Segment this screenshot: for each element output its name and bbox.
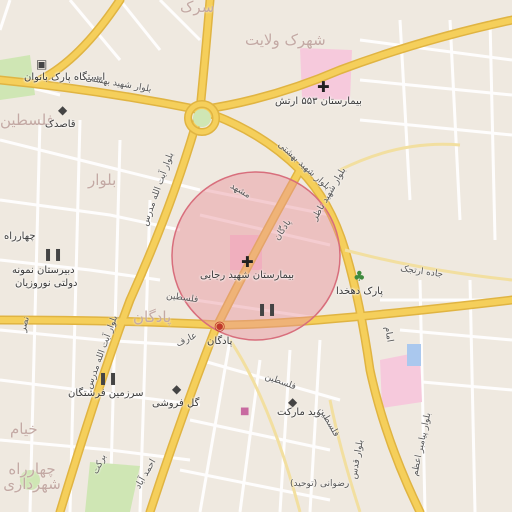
parking-icon[interactable]: ■ bbox=[240, 407, 249, 417]
school-icon[interactable]: ❚❚ bbox=[98, 372, 118, 384]
poi-ghasedak[interactable]: قاصدک bbox=[45, 120, 76, 130]
poi-dabirestan-line1[interactable]: دبیرستان نمونه bbox=[12, 266, 75, 276]
map-view[interactable]: شهرک ولایت سرک بلوار پادگان فلسطین خیام … bbox=[0, 0, 512, 512]
poi-gol-foroushi[interactable]: گل فروشی bbox=[152, 399, 199, 409]
school-icon[interactable]: ❚❚ bbox=[43, 248, 63, 260]
area-label-top: سرک bbox=[180, 0, 215, 16]
shopping-bag-icon[interactable]: ◆ bbox=[58, 104, 67, 116]
bus-icon[interactable]: ▣ bbox=[36, 58, 47, 70]
hospital-cross-icon[interactable]: ✚ bbox=[241, 255, 254, 270]
poi-sarzamin[interactable]: سرزمین فرشتگان bbox=[68, 389, 144, 399]
area-label-padegan: پادگان bbox=[133, 308, 172, 326]
area-label-bolvar: بلوار bbox=[88, 171, 117, 189]
shopping-bag-icon[interactable]: ◆ bbox=[172, 383, 181, 395]
street-label: رضوانی (توحید) bbox=[290, 479, 350, 489]
poi-hospital-553[interactable]: بیمارستان ۵۵۳ ارتش bbox=[275, 97, 362, 107]
school-icon[interactable]: ❚❚ bbox=[257, 303, 277, 315]
poi-chaharrah[interactable]: چهارراه bbox=[4, 232, 36, 242]
area-label-chaharrah-shahrdari: چهارراه شهرداری bbox=[3, 460, 61, 493]
hospital-cross-icon[interactable]: ✚ bbox=[317, 80, 330, 95]
area-label-khiyam: خیام bbox=[10, 420, 38, 438]
poi-park-dehkhoda[interactable]: پارک دهخدا bbox=[336, 287, 383, 297]
area-label-shahrak-velayat: شهرک ولایت bbox=[245, 31, 326, 49]
poi-rajaei-hospital[interactable]: بیمارستان شهید رجایی bbox=[200, 271, 294, 281]
poi-dabirestan-line2[interactable]: دولتی نوروزیان bbox=[15, 279, 77, 289]
tree-icon[interactable]: ♣ bbox=[353, 270, 366, 284]
metro-icon[interactable]: ◉ bbox=[214, 320, 225, 333]
street-label: امام bbox=[382, 325, 395, 343]
poi-padegan-station[interactable]: پادگان bbox=[207, 337, 232, 347]
radius-circle bbox=[171, 171, 341, 341]
